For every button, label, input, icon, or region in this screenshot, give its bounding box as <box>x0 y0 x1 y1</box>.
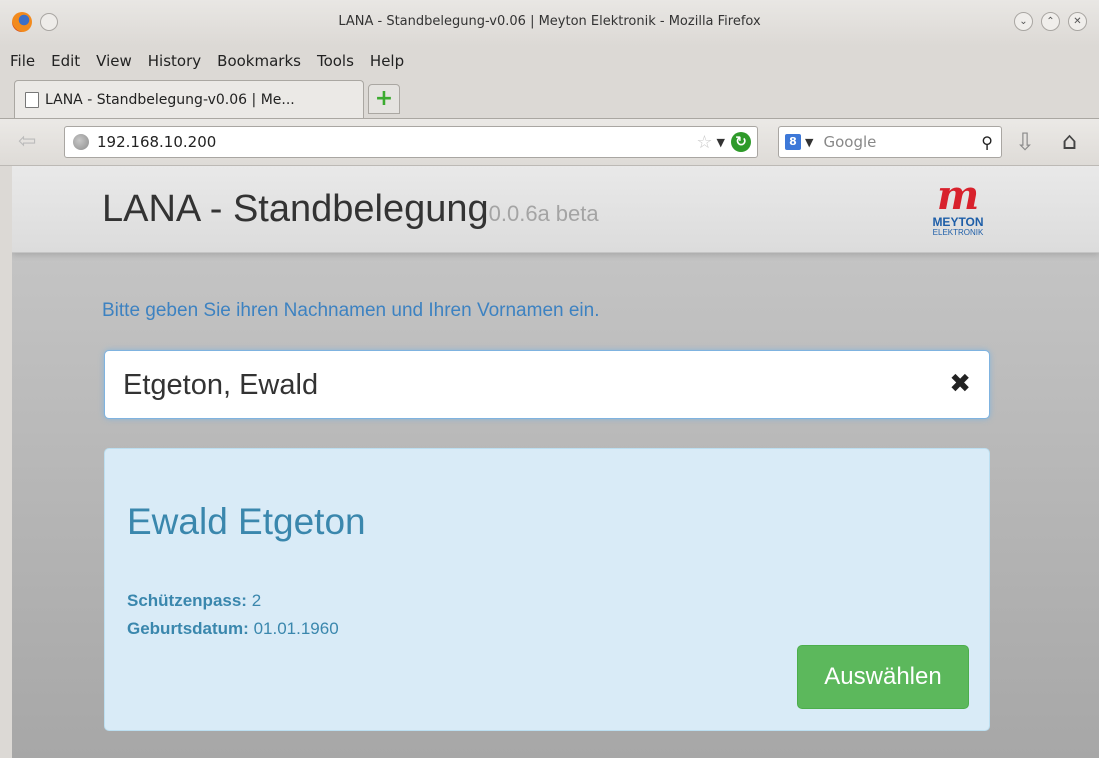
menu-edit[interactable]: Edit <box>51 52 80 70</box>
birth-value: 01.01.1960 <box>253 619 339 638</box>
navigation-toolbar: ⇦ 192.168.10.200 ☆ ▼ ↻ 8 ▼ Google ⚲ ⇩ ⌂ <box>0 118 1099 166</box>
birth-info: Geburtsdatum: 01.01.1960 <box>127 619 339 639</box>
back-arrow-icon[interactable]: ⇦ <box>18 130 36 154</box>
page-header: LANA - Standbelegung0.0.6a beta m MEYTON … <box>12 166 1099 253</box>
meyton-logo-mark: m <box>936 172 980 219</box>
url-dropdown-icon[interactable]: ▼ <box>717 136 725 149</box>
clear-icon[interactable]: ✖ <box>949 369 971 399</box>
maximize-button[interactable]: ⌃ <box>1041 12 1060 31</box>
tab-lana[interactable]: LANA - Standbelegung-v0.06 | Me... <box>14 80 364 118</box>
pass-info: Schützenpass: 2 <box>127 591 261 611</box>
pass-value: 2 <box>251 591 262 610</box>
minimize-button[interactable]: ⌄ <box>1014 12 1033 31</box>
url-text[interactable]: 192.168.10.200 <box>97 133 696 151</box>
instruction-text: Bitte geben Sie ihren Nachnamen und Ihre… <box>102 300 600 321</box>
meyton-logo-sub: ELEKTRONIK <box>932 228 984 237</box>
new-tab-button[interactable]: + <box>368 84 400 114</box>
home-icon[interactable]: ⌂ <box>1062 127 1077 155</box>
meyton-logo: m MEYTON ELEKTRONIK <box>922 176 994 246</box>
binoculars-search-icon[interactable]: ⚲ <box>981 133 993 152</box>
menu-help[interactable]: Help <box>370 52 404 70</box>
menu-history[interactable]: History <box>148 52 201 70</box>
reload-icon[interactable]: ↻ <box>731 132 751 152</box>
result-name: Ewald Etgeton <box>127 501 366 542</box>
search-bar[interactable]: 8 ▼ Google ⚲ <box>778 126 1002 158</box>
menu-view[interactable]: View <box>96 52 132 70</box>
site-identity-icon[interactable] <box>73 134 89 150</box>
birth-label: Geburtsdatum: <box>127 619 249 638</box>
google-engine-icon[interactable]: 8 <box>785 134 801 150</box>
window-controls: ⌄ ⌃ ✕ <box>1014 12 1087 31</box>
page-viewport: LANA - Standbelegung0.0.6a beta m MEYTON … <box>12 166 1099 758</box>
page-favicon-icon <box>25 91 39 108</box>
result-card: Ewald Etgeton Schützenpass: 2 Geburtsdat… <box>104 448 990 731</box>
search-input[interactable]: Google <box>823 133 981 151</box>
url-bar[interactable]: 192.168.10.200 ☆ ▼ ↻ <box>64 126 758 158</box>
window-title: LANA - Standbelegung-v0.06 | Meyton Elek… <box>338 14 761 29</box>
page-title-text: LANA - Standbelegung <box>102 188 489 230</box>
menu-bookmarks[interactable]: Bookmarks <box>217 52 301 70</box>
search-engine-dropdown-icon[interactable]: ▼ <box>805 136 813 149</box>
menu-tools[interactable]: Tools <box>317 52 354 70</box>
name-search-field[interactable]: ✖ <box>104 350 990 419</box>
meyton-logo-name: MEYTON <box>932 215 984 229</box>
page-title: LANA - Standbelegung0.0.6a beta <box>102 188 599 231</box>
menu-file[interactable]: File <box>10 52 35 70</box>
name-search-input[interactable] <box>123 365 923 405</box>
beta-label: beta <box>555 201 599 226</box>
window-titlebar: LANA - Standbelegung-v0.06 | Meyton Elek… <box>0 0 1099 46</box>
close-window-button[interactable]: ✕ <box>1068 12 1087 31</box>
bookmark-star-icon[interactable]: ☆ <box>696 132 712 153</box>
tab-label: LANA - Standbelegung-v0.06 | Me... <box>45 91 295 108</box>
downloads-icon[interactable]: ⇩ <box>1015 128 1035 156</box>
select-button[interactable]: Auswählen <box>797 645 969 709</box>
menubar: File Edit View History Bookmarks Tools H… <box>0 46 1099 76</box>
tab-bar: LANA - Standbelegung-v0.06 | Me... + <box>0 78 1099 118</box>
version-label: 0.0.6a <box>488 201 550 226</box>
pass-label: Schützenpass: <box>127 591 247 610</box>
